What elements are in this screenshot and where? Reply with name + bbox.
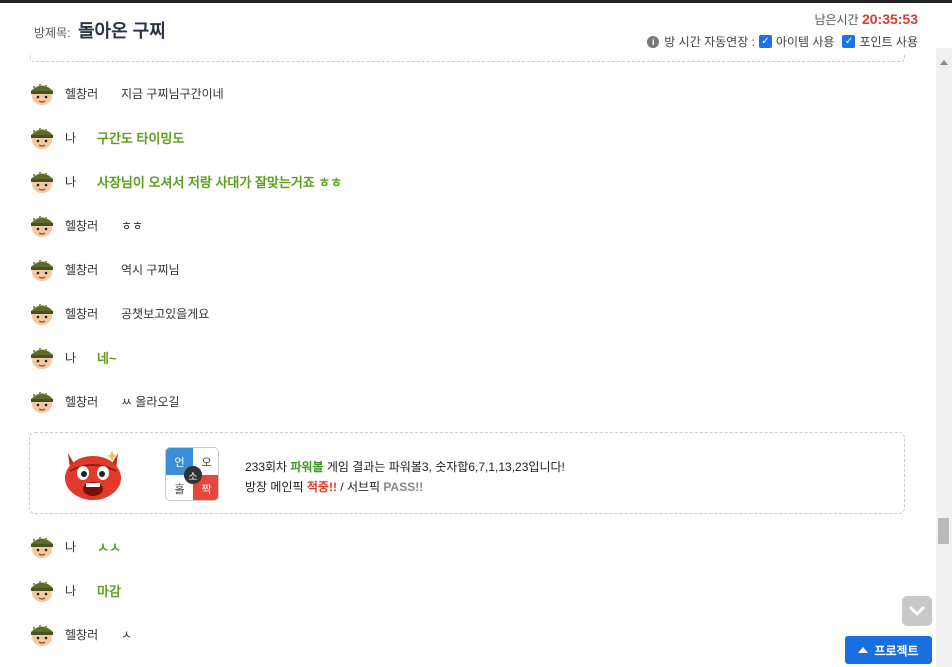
chat-message: 헬창러 지금 구찌님구간이네 (29, 79, 224, 107)
remaining-time-label: 남은시간 (814, 13, 859, 27)
chat-nickname[interactable]: 나 (65, 173, 97, 190)
scroll-to-bottom-button[interactable] (902, 596, 932, 626)
chat-text: 마감 (97, 583, 121, 599)
powerball-board: 언 오 홀 짝 소 (165, 447, 219, 501)
chat-nickname[interactable]: 헬창러 (65, 305, 121, 322)
remaining-time-value: 20:35:53 (861, 11, 918, 27)
chat-message: 나 구간도 타이밍도 (29, 123, 184, 151)
red-devil-mascot-icon (65, 451, 121, 500)
chat-message: 나 네~ (29, 343, 117, 371)
soldier-avatar-icon[interactable] (29, 168, 55, 194)
chat-message: 헬창러 공챗보고있을게요 (29, 299, 209, 327)
chat-message: 헬창러 ㅆ 올라오길 (29, 387, 180, 415)
room-options: i 방 시간 자동연장 : ✓ 아이템 사용 ✓ 포인트 사용 (647, 33, 918, 50)
triangle-up-icon (858, 647, 869, 653)
room-header: 방제목: 돌아온 구찌 남은시간 20:35:53 i 방 시간 자동연장 : … (0, 3, 936, 58)
chat-text: 공챗보고있을게요 (121, 306, 210, 321)
chat-text: 구간도 타이밍도 (97, 130, 185, 146)
project-button-label: 프로젝트 (874, 643, 919, 658)
chat-message: 나 ㅅㅅ (29, 532, 121, 560)
scrollbar-thumb[interactable] (938, 518, 949, 544)
chat-message: 나 마감 (29, 576, 121, 604)
result-line-2: 방장 메인픽 적중!! / 서브픽 PASS!! (245, 477, 565, 497)
soldier-avatar-icon[interactable] (29, 577, 55, 603)
chat-scrollbar[interactable] (936, 48, 952, 667)
chat-nickname[interactable]: 나 (65, 538, 97, 555)
soldier-avatar-icon[interactable] (29, 212, 55, 238)
chat-nickname[interactable]: 나 (65, 129, 97, 146)
soldier-avatar-icon[interactable] (29, 124, 55, 150)
chat-message: 헬창러 ㅅ (29, 620, 132, 648)
room-title-label: 방제목: (34, 26, 71, 40)
soldier-avatar-icon[interactable] (29, 533, 55, 559)
chat-text: ㅅㅅ (97, 539, 121, 555)
item-use-checkbox[interactable]: ✓ (758, 35, 772, 48)
game-result-notice: 언 오 홀 짝 소 233회차 파워볼 게임 결과는 파워볼3, 숫자합6,7,… (29, 432, 905, 514)
soldier-avatar-icon[interactable] (29, 256, 55, 282)
soldier-avatar-icon[interactable] (29, 344, 55, 370)
chat-message: 헬창러 역시 구찌님 (29, 255, 180, 283)
soldier-avatar-icon[interactable] (29, 388, 55, 414)
result-text: 233회차 파워볼 게임 결과는 파워볼3, 숫자합6,7,1,13,23입니다… (245, 457, 565, 497)
main-pick-label: 방장 메인픽 (245, 480, 307, 494)
chat-text: 네~ (97, 350, 117, 366)
chat-text: ㅎㅎ (121, 218, 144, 233)
chat-nickname[interactable]: 나 (65, 582, 97, 599)
soldier-avatar-icon[interactable] (29, 300, 55, 326)
info-icon[interactable]: i (647, 35, 660, 48)
result-game-name: 파워볼 (290, 460, 324, 474)
chat-text: ㅅ (121, 627, 133, 642)
chat-message: 헬창러 ㅎㅎ (29, 211, 143, 239)
board-center-so: 소 (184, 466, 202, 484)
chat-nickname[interactable]: 헬창러 (65, 85, 121, 102)
result-numbers: 게임 결과는 파워볼3, 숫자합6,7,1,13,23입니다! (323, 460, 565, 474)
scroll-up-arrow-icon[interactable] (940, 60, 948, 65)
auto-extend-label: 방 시간 자동연장 : (664, 35, 755, 49)
chat-nickname[interactable]: 나 (65, 349, 97, 366)
remaining-time: 남은시간 20:35:53 (814, 11, 918, 28)
soldier-avatar-icon[interactable] (29, 621, 55, 647)
chat-nickname[interactable]: 헬창러 (65, 261, 121, 278)
soldier-avatar-icon[interactable] (29, 80, 55, 106)
chat-text: ㅆ 올라오길 (121, 394, 180, 409)
room-title: 돌아온 구찌 (78, 21, 166, 41)
point-use-label[interactable]: 포인트 사용 (859, 33, 918, 50)
chevron-down-icon (909, 606, 925, 616)
sub-pick-label: / 서브픽 (336, 480, 384, 494)
chat-nickname[interactable]: 헬창러 (65, 626, 121, 643)
item-use-label[interactable]: 아이템 사용 (776, 33, 835, 50)
header-divider (30, 54, 905, 62)
result-round: 233회차 (245, 460, 291, 474)
chat-message: 나 사장님이 오셔서 저랑 사대가 잘맞는거죠 ㅎㅎ (29, 167, 342, 195)
sub-pick-result: PASS!! (383, 480, 424, 494)
chat-text: 역시 구찌님 (121, 262, 180, 277)
result-line-1: 233회차 파워볼 게임 결과는 파워볼3, 숫자합6,7,1,13,23입니다… (245, 457, 565, 477)
project-button[interactable]: 프로젝트 (845, 636, 932, 664)
chat-nickname[interactable]: 헬창러 (65, 217, 121, 234)
chat-text: 사장님이 오셔서 저랑 사대가 잘맞는거죠 ㅎㅎ (97, 174, 343, 190)
point-use-checkbox[interactable]: ✓ (842, 35, 856, 48)
chat-text: 지금 구찌님구간이네 (121, 86, 224, 101)
chat-nickname[interactable]: 헬창러 (65, 393, 121, 410)
main-pick-result: 적중!! (306, 480, 337, 494)
